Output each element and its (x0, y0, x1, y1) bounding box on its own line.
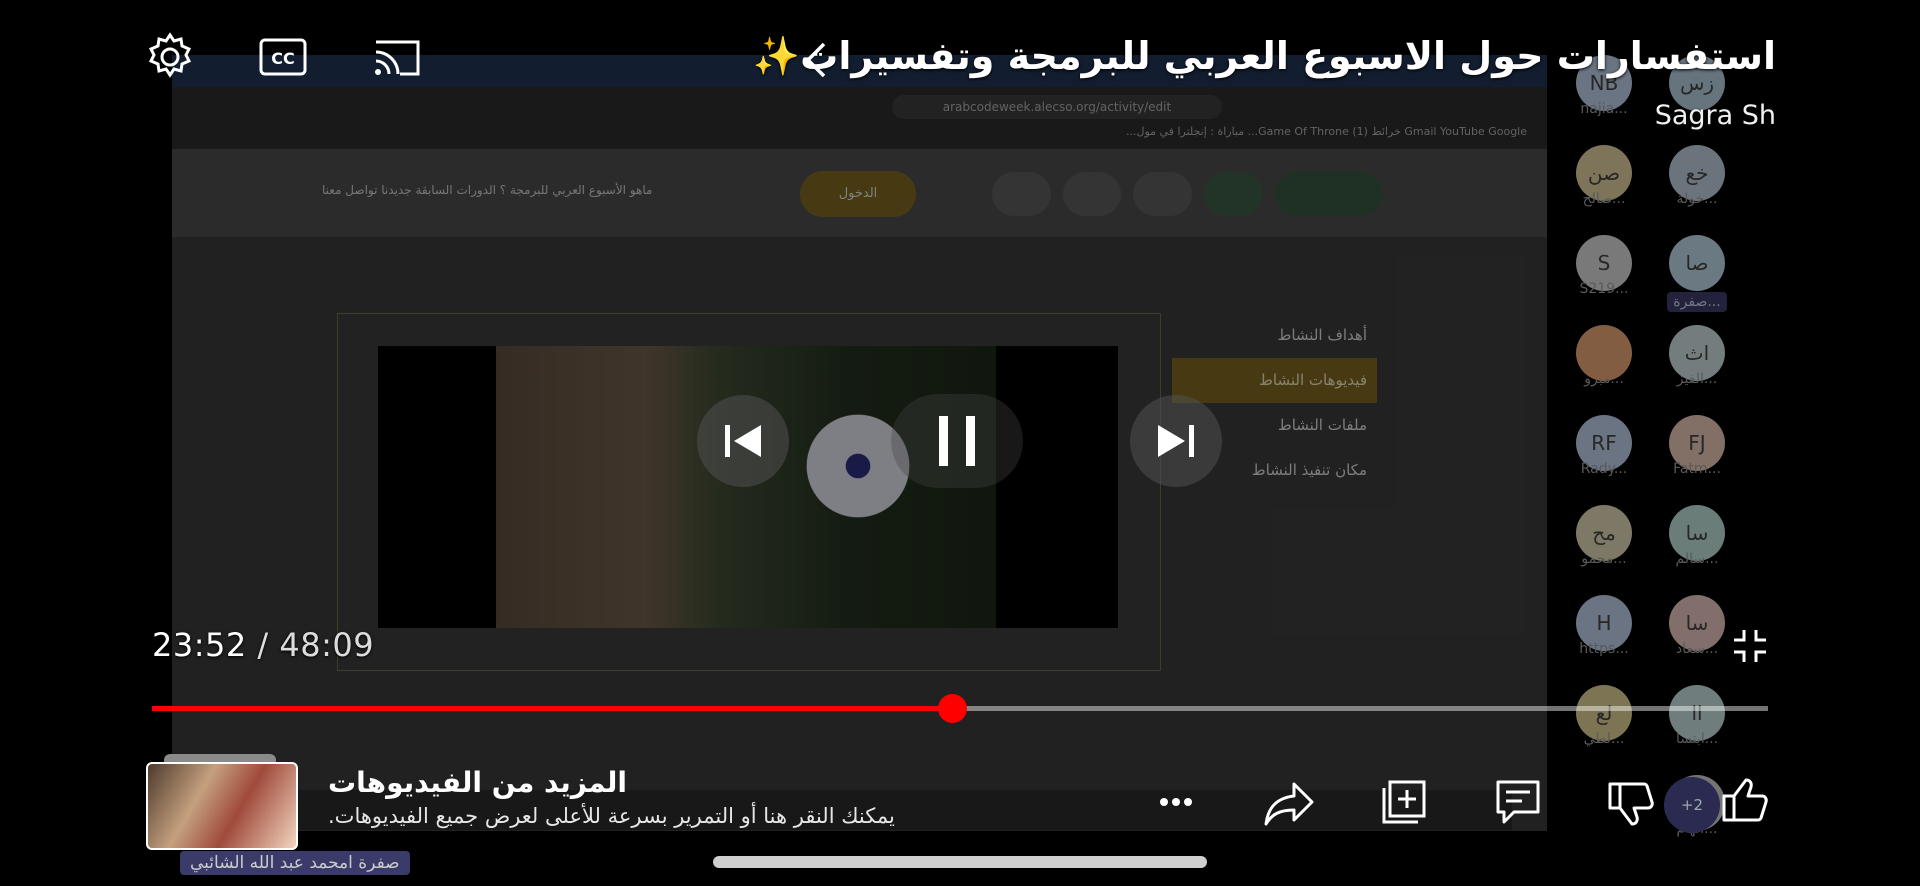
more-videos-subtitle: يمكنك النقر هنا أو التمرير بسرعة للأعلى … (328, 804, 895, 828)
more-videos-title[interactable]: المزيد من الفيديوهات (328, 766, 627, 799)
time-separator: / (257, 626, 269, 664)
previous-button[interactable] (697, 395, 789, 487)
more-videos-thumbnail[interactable] (146, 754, 298, 850)
cast-icon[interactable] (370, 30, 424, 84)
duration: 48:09 (279, 626, 375, 664)
fullscreen-exit-icon[interactable] (1732, 628, 1768, 664)
add-to-playlist-icon[interactable] (1376, 774, 1432, 830)
video-title[interactable]: استفسارات حول الاسبوع العربي للبرمجة وتف… (753, 34, 1776, 79)
progress-played (152, 706, 952, 711)
time-display: 23:52 / 48:09 (152, 626, 374, 664)
chevron-right-icon[interactable] (800, 38, 834, 82)
skip-next-icon (1158, 425, 1194, 457)
progress-bar[interactable] (152, 694, 1768, 723)
current-time: 23:52 (152, 626, 247, 664)
svg-text:CC: CC (271, 49, 294, 68)
pause-icon (939, 416, 975, 466)
gear-icon[interactable] (143, 30, 197, 84)
pause-button[interactable] (891, 394, 1023, 488)
progress-scrubber[interactable] (937, 694, 967, 723)
channel-name[interactable]: Sagra Sh (1655, 100, 1776, 131)
extra-participants-badge: +2 (1664, 777, 1720, 833)
speaker-name-tag: صفرة امحمد عبد الله الشائبي (180, 851, 410, 875)
comment-icon[interactable] (1490, 774, 1546, 830)
next-button[interactable] (1130, 395, 1222, 487)
thumbs-down-icon[interactable] (1604, 774, 1660, 830)
skip-previous-icon (725, 425, 761, 457)
thumbs-up-icon[interactable] (1718, 774, 1774, 830)
more-icon[interactable] (1148, 774, 1204, 830)
cc-icon[interactable]: CC (256, 30, 310, 84)
share-icon[interactable] (1262, 774, 1318, 830)
thumbnail-image (146, 762, 298, 850)
home-indicator[interactable] (713, 856, 1207, 868)
